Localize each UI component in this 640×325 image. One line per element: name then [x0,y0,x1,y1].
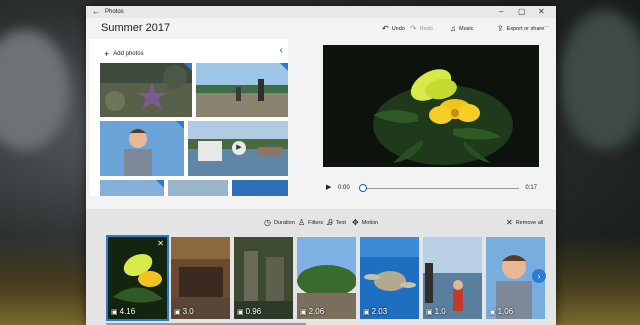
text-icon: Ꭿ [327,218,333,227]
add-photos-label: Add photos [113,51,144,57]
card-duration-value: 3.0 [182,307,194,316]
storyboard-card[interactable]: ✕ ▣ 4.16 [106,235,169,321]
storyboard: ◷ Duration ♙ Filters Ꭿ Text ✥ Motion ✕ R… [86,209,556,325]
play-icon[interactable]: ▶ [326,183,331,191]
storyboard-card[interactable]: ▣ 2.06 [297,237,356,319]
library-photo-starfish[interactable] [100,63,192,117]
beach-image [196,63,288,117]
image-icon: ▣ [426,308,433,316]
card-close-icon[interactable]: ✕ [157,239,164,248]
card-duration: ▣ 2.03 [363,307,387,316]
library-video-harbor[interactable]: ▶ [188,121,288,176]
in-project-marker-icon [280,63,288,71]
storyboard-card[interactable]: ▣ 1.0 [423,237,482,319]
more-options-button[interactable]: ··· [544,24,550,30]
video-play-icon: ▶ [232,141,246,155]
close-icon: ✕ [506,218,513,227]
text-button[interactable]: Ꭿ Text [327,218,346,228]
remove-all-label: Remove all [515,219,544,226]
library-photo-beach[interactable] [196,63,288,117]
card-duration: ▣ 3.0 [174,307,194,316]
text-label: Text [335,220,346,226]
minimize-button[interactable]: – [499,7,503,16]
undo-label: Undo [391,25,405,32]
card-duration: ▣ 4.16 [111,307,135,316]
in-project-marker-icon [184,63,192,71]
music-button[interactable]: ♫ Music [450,24,473,33]
library-photo-partial[interactable] [168,180,228,196]
undo-icon: ↶ [382,24,389,33]
library-photo-partial[interactable] [232,180,288,196]
remove-all-button[interactable]: ✕ Remove all [506,218,543,227]
card-duration-value: 1.06 [497,307,514,316]
video-preview[interactable] [323,45,539,167]
title-bar: ← Photos – ▢ ✕ [86,6,556,18]
flower-preview-image [323,45,539,167]
filters-icon: ♙ [298,218,306,227]
card-duration-value: 0.96 [245,307,262,316]
music-label: Music [459,25,474,32]
export-share-button[interactable]: ⇪ Export or share [497,24,544,33]
project-title[interactable]: Summer 2017 [101,22,170,34]
boy-image [100,121,184,176]
card-duration: ▣ 2.06 [300,307,324,316]
project-library: + Add photos ‹ ▶ [90,39,288,196]
card-duration: ▣ 1.06 [489,307,513,316]
back-arrow-icon[interactable]: ← [92,7,100,16]
seek-knob[interactable] [359,184,367,192]
total-time: 0:17 [525,185,537,191]
more-icon: ··· [544,24,550,30]
image-icon: ▣ [363,308,370,316]
in-project-marker-icon [176,121,184,129]
library-photo-partial[interactable] [100,180,164,196]
undo-button[interactable]: ↶ Undo [382,24,405,33]
storyboard-card[interactable]: ▣ 2.03 [360,237,419,319]
photos-window: ← Photos – ▢ ✕ Summer 2017 ↶ Undo ↷ Redo… [86,6,556,325]
playback-bar: ▶ 0:00 0:17 [323,182,539,194]
add-photos-button[interactable]: + Add photos [104,49,144,59]
header: Summer 2017 ↶ Undo ↷ Redo ♫ Music ⇪ Expo… [86,18,556,40]
maximize-button[interactable]: ▢ [518,7,526,16]
duration-button[interactable]: ◷ Duration [264,218,295,227]
plus-icon: + [104,49,110,59]
image-icon: ▣ [111,308,118,316]
in-project-marker-icon [156,180,164,188]
motion-button[interactable]: ✥ Motion [352,218,378,227]
redo-label: Redo [419,25,433,32]
library-photo-boy[interactable] [100,121,184,176]
card-duration: ▣ 0.96 [237,307,261,316]
current-time: 0:00 [338,185,350,191]
background-blur [0,30,70,150]
scroll-right-icon[interactable]: › [532,269,546,283]
storyboard-card[interactable]: ▣ 3.0 [171,237,230,319]
image-icon: ▣ [300,308,307,316]
card-duration-value: 1.0 [434,307,446,316]
starfish-image [100,63,192,117]
motion-icon: ✥ [352,218,359,227]
export-label: Export or share [506,25,545,32]
app-name: Photos [105,9,124,15]
storyboard-card[interactable]: ▣ 0.96 [234,237,293,319]
redo-button[interactable]: ↷ Redo [410,24,433,33]
collapse-library-icon[interactable]: ‹ [280,45,283,56]
image-icon: ▣ [237,308,244,316]
background-blur [560,10,640,150]
clock-icon: ◷ [264,218,271,227]
motion-label: Motion [361,219,379,226]
duration-label: Duration [273,219,295,226]
filters-button[interactable]: ♙ Filters [298,218,323,227]
music-icon: ♫ [450,24,456,33]
card-duration: ▣ 1.0 [426,307,446,316]
card-duration-value: 2.03 [371,307,388,316]
seek-track[interactable] [361,188,519,189]
card-duration-value: 4.16 [119,307,136,316]
card-duration-value: 2.06 [308,307,325,316]
close-window-button[interactable]: ✕ [538,7,545,16]
filters-label: Filters [308,219,324,226]
image-icon: ▣ [489,308,496,316]
image-icon: ▣ [174,308,181,316]
redo-icon: ↷ [410,24,417,33]
export-icon: ⇪ [497,24,504,33]
